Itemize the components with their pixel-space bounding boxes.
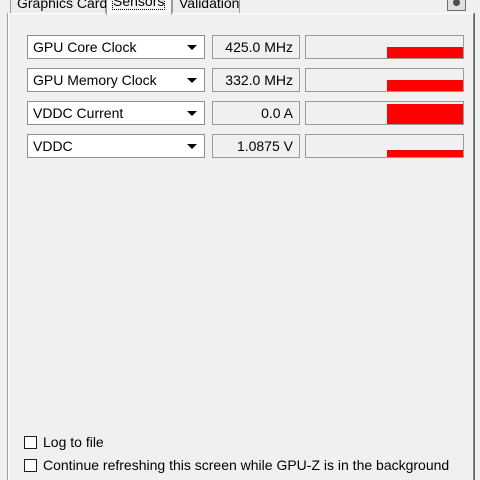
sensor-value: 1.0875 V — [236, 138, 293, 154]
chevron-down-icon[interactable] — [187, 144, 197, 149]
tab-label: Validation — [179, 0, 240, 11]
tab-strip: Graphics Card Sensors Validation — [0, 0, 480, 15]
chevron-down-icon[interactable] — [187, 78, 197, 83]
background-refresh-checkbox[interactable] — [24, 459, 37, 472]
tab-validation[interactable]: Validation — [172, 0, 240, 13]
chevron-down-icon[interactable] — [187, 111, 197, 116]
sensor-name: VDDC — [33, 138, 73, 154]
log-to-file-option[interactable]: Log to file — [24, 434, 464, 451]
sensor-value-field: 1.0875 V — [212, 134, 300, 158]
sensor-graph-bar — [387, 80, 463, 91]
sensor-value-field: 425.0 MHz — [212, 35, 300, 59]
sensor-select[interactable]: GPU Memory Clock — [27, 68, 205, 92]
sensor-name: VDDC Current — [33, 105, 124, 121]
sensor-graph — [305, 35, 464, 59]
sensor-name: GPU Memory Clock — [33, 72, 157, 88]
sensor-row-vddc: VDDC 1.0875 V — [0, 134, 480, 158]
sensor-graph — [305, 134, 464, 158]
background-refresh-option[interactable]: Continue refreshing this screen while GP… — [24, 457, 464, 474]
sensor-graph — [305, 68, 464, 92]
sensor-select[interactable]: VDDC Current — [27, 101, 205, 125]
camera-lens — [453, 0, 460, 6]
log-to-file-checkbox[interactable] — [24, 436, 37, 449]
camera-icon[interactable] — [447, 0, 466, 11]
tab-label: Sensors — [111, 0, 166, 10]
sensor-select[interactable]: VDDC — [27, 134, 205, 158]
sensor-row-vddc-current: VDDC Current 0.0 A — [0, 101, 480, 125]
log-to-file-label[interactable]: Log to file — [43, 434, 104, 450]
sensor-row-gpu-core-clock: GPU Core Clock 425.0 MHz — [0, 35, 480, 59]
gpu-z-window: Graphics Card Sensors Validation GPU Cor… — [0, 0, 480, 480]
sensor-graph — [305, 101, 464, 125]
sensor-value: 332.0 MHz — [225, 72, 293, 88]
sensor-graph-bar — [387, 150, 463, 157]
background-refresh-label[interactable]: Continue refreshing this screen while GP… — [43, 457, 449, 473]
tab-label: Graphics Card — [17, 0, 108, 11]
tab-graphics-card[interactable]: Graphics Card — [10, 0, 108, 13]
sensor-value: 425.0 MHz — [225, 39, 293, 55]
sensor-select[interactable]: GPU Core Clock — [27, 35, 205, 59]
chevron-down-icon[interactable] — [187, 45, 197, 50]
sensor-value-field: 332.0 MHz — [212, 68, 300, 92]
sensor-name: GPU Core Clock — [33, 39, 137, 55]
sensor-graph-bar — [387, 47, 463, 58]
sensor-value-field: 0.0 A — [212, 101, 300, 125]
sensor-row-gpu-memory-clock: GPU Memory Clock 332.0 MHz — [0, 68, 480, 92]
sensor-graph-bar — [387, 104, 463, 124]
sensor-value: 0.0 A — [261, 105, 293, 121]
tab-sensors[interactable]: Sensors — [106, 0, 172, 15]
